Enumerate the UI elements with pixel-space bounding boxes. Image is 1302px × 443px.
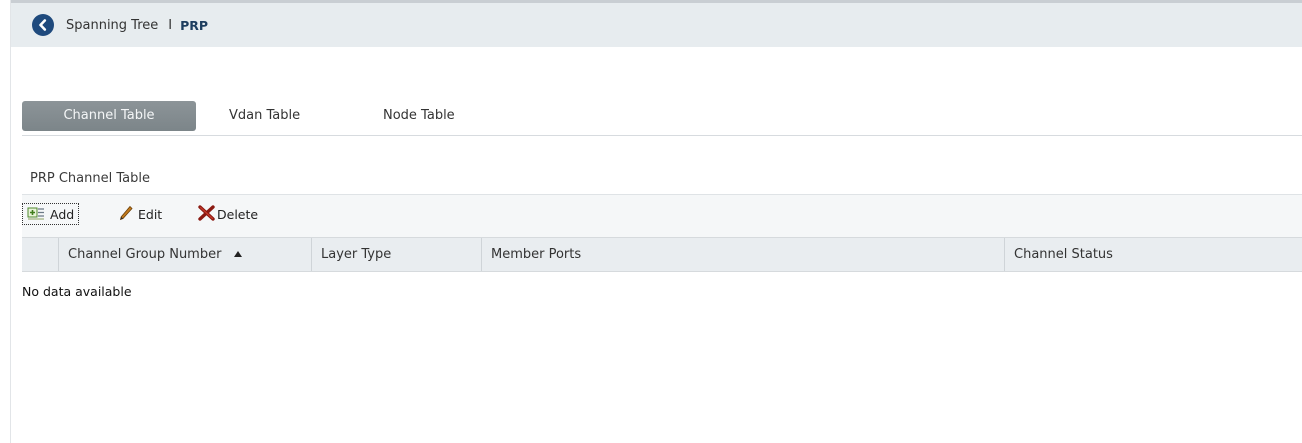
table-toolbar: Add Edit Delete (22, 194, 1302, 237)
delete-x-icon (198, 204, 216, 224)
tab-channel-table[interactable]: Channel Table (22, 101, 196, 131)
sort-ascending-icon (234, 250, 243, 257)
tab-bar: Channel Table Vdan Table Node Table (22, 101, 1302, 136)
column-header-layer-type[interactable]: Layer Type (311, 238, 481, 271)
column-header-member-ports[interactable]: Member Ports (481, 238, 1004, 271)
empty-table-message: No data available (22, 284, 132, 299)
edit-button[interactable]: Edit (119, 203, 162, 225)
page-header: Spanning Tree I PRP (11, 3, 1302, 47)
edit-button-label: Edit (138, 206, 163, 222)
tab-vdan-table[interactable]: Vdan Table (229, 101, 300, 131)
delete-button-label: Delete (217, 206, 259, 222)
pencil-icon (119, 205, 133, 224)
window-left-edge (10, 0, 11, 443)
add-list-icon (27, 206, 45, 223)
table-header: Channel Group Number Layer Type Member P… (22, 237, 1302, 272)
breadcrumb-parent[interactable]: Spanning Tree (66, 18, 158, 33)
delete-button[interactable]: Delete (198, 203, 258, 225)
column-header-channel-status[interactable]: Channel Status (1004, 238, 1302, 271)
tab-node-table[interactable]: Node Table (383, 101, 455, 131)
add-button[interactable]: Add (22, 203, 80, 225)
column-header-label: Channel Group Number (68, 247, 222, 262)
row-selector-header (22, 238, 58, 271)
breadcrumb-current: PRP (180, 17, 209, 33)
add-button-label: Add (50, 206, 75, 222)
back-arrow-icon[interactable] (32, 14, 54, 36)
column-header-channel-group-number[interactable]: Channel Group Number (58, 238, 311, 271)
section-title: PRP Channel Table (30, 171, 150, 186)
breadcrumb-separator: I (168, 17, 173, 33)
